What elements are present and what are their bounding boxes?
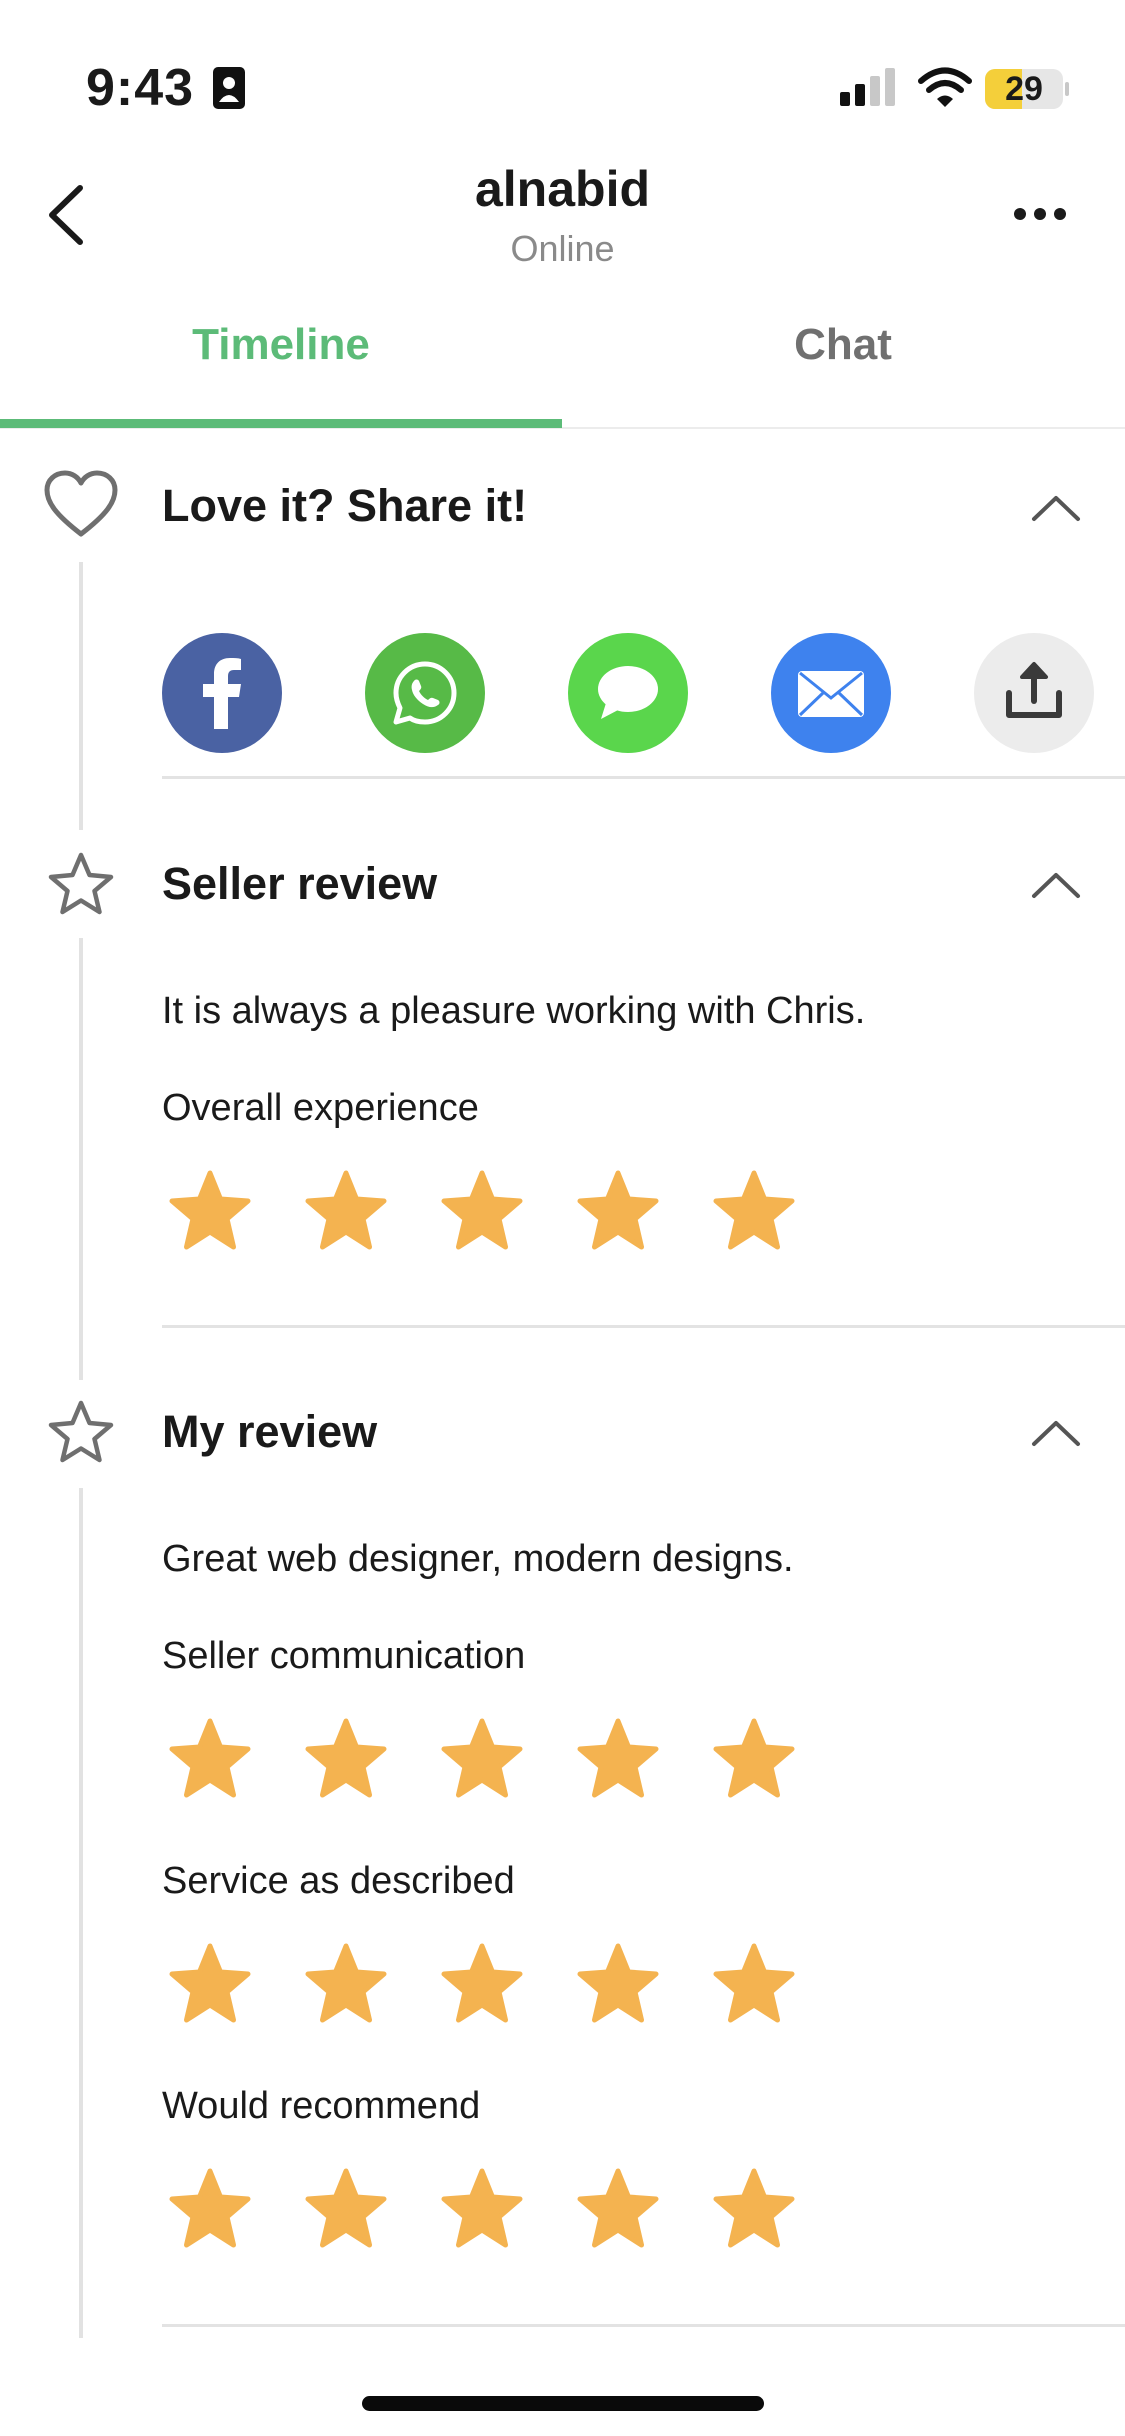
tab-chat[interactable]: Chat [562,320,1124,370]
my-review-comment: Great web designer, modern designs. [162,1538,794,1580]
section-divider [162,1325,1125,1328]
star-outline-icon [48,852,114,915]
star-icon [305,2168,387,2248]
star-icon [169,1718,251,1798]
star-rating [162,1713,802,1809]
star-icon [441,1943,523,2023]
star-icon [305,1943,387,2023]
status-time: 9:43 [86,59,195,117]
collapse-chevron-icon[interactable] [1030,493,1082,523]
facebook-icon [203,658,241,729]
email-share-button[interactable] [771,633,891,753]
star-icon [713,1718,795,1798]
cellular-signal-icon [840,68,895,106]
envelope-icon [798,671,864,717]
message-bubble-icon [598,666,658,719]
star-icon [305,1170,387,1250]
star-icon [713,1943,795,2023]
star-icon [441,1170,523,1250]
rating-label: Service as described [162,1860,515,1902]
timeline-connector [79,1488,83,2338]
collapse-chevron-icon[interactable] [1030,1418,1082,1448]
more-options-icon[interactable] [1010,196,1070,232]
rating-label: Overall experience [162,1087,479,1129]
whatsapp-icon [393,661,457,725]
online-status: Online [510,228,615,269]
star-icon [169,2168,251,2248]
star-outline-icon [48,1400,114,1463]
star-icon [577,1943,659,2023]
timeline-connector [79,938,83,1380]
rating-label: Seller communication [162,1635,526,1677]
star-icon [577,1170,659,1250]
home-indicator [362,2396,764,2411]
star-icon [577,1718,659,1798]
my-review-title: My review [162,1406,378,1457]
star-rating [162,2163,802,2259]
star-icon [169,1170,251,1250]
section-divider [162,2324,1125,2327]
page-title: alnabid [474,161,651,217]
star-icon [713,1170,795,1250]
battery-level: 29 [1005,70,1043,108]
timeline-connector [79,562,83,830]
wifi-icon [918,67,972,107]
whatsapp-share-button[interactable] [365,633,485,753]
star-icon [305,1718,387,1798]
seller-review-title: Seller review [162,858,438,909]
active-tab-indicator [0,419,562,428]
section-divider [162,776,1125,779]
star-icon [441,2168,523,2248]
more-share-button[interactable] [974,633,1094,753]
star-rating [162,1165,802,1261]
messages-share-button[interactable] [568,633,688,753]
star-icon [713,2168,795,2248]
seller-review-comment: It is always a pleasure working with Chr… [162,990,866,1032]
star-rating [162,1938,802,2034]
collapse-chevron-icon[interactable] [1030,870,1082,900]
star-icon [169,1943,251,2023]
share-section-title: Love it? Share it! [162,480,528,531]
star-icon [441,1718,523,1798]
back-chevron-icon[interactable] [40,180,100,250]
facebook-share-button[interactable] [162,633,282,753]
star-icon [577,2168,659,2248]
contact-card-icon [213,67,245,109]
rating-label: Would recommend [162,2085,481,2127]
tab-timeline[interactable]: Timeline [0,320,562,370]
share-upload-icon [1006,662,1062,718]
heart-icon [44,470,118,537]
